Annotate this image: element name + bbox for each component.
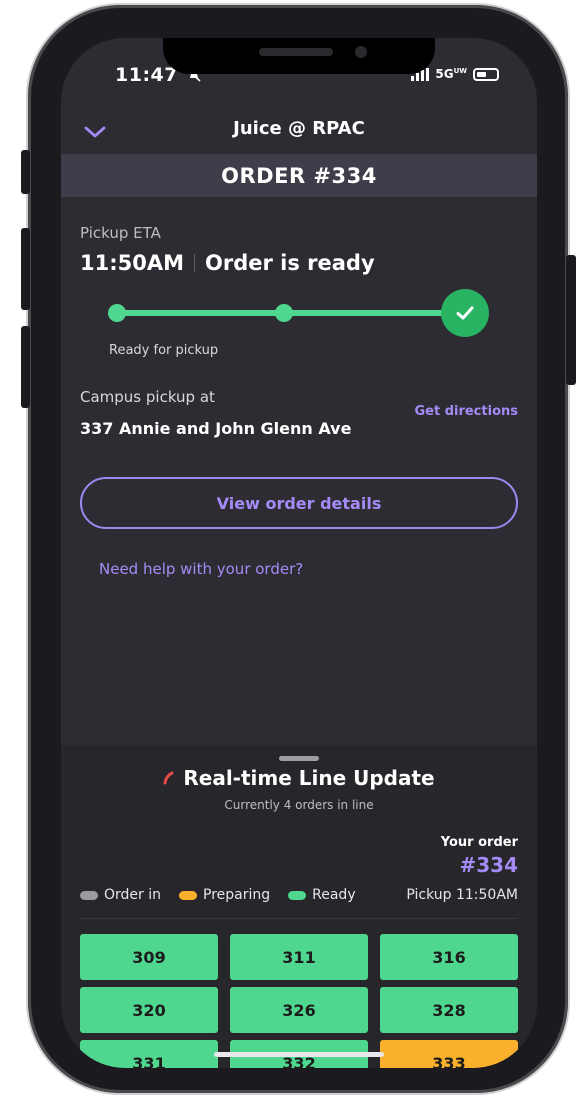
sheet-grabber[interactable] — [279, 756, 319, 761]
checkmark-icon — [456, 306, 474, 320]
live-indicator-icon — [163, 771, 174, 785]
eta-row: 11:50AM Order is ready — [80, 251, 375, 275]
line-count-text: Currently 4 orders in line — [224, 798, 374, 812]
app-title: Juice @ RPAC — [233, 118, 365, 139]
order-cell: 328 — [380, 987, 518, 1033]
progress-step-1 — [108, 304, 126, 322]
pickup-time-text: Pickup 11:50AM — [406, 887, 518, 903]
legend-label: Preparing — [203, 887, 271, 903]
status-time-text: 11:47 — [115, 64, 178, 86]
pickup-location-label: Campus pickup at — [80, 388, 215, 406]
chevron-down-icon[interactable] — [83, 120, 107, 144]
power-button — [566, 255, 576, 385]
network-label: 5GUW — [435, 67, 467, 81]
order-number-banner: ORDER #334 — [61, 154, 537, 197]
line-update-title-text: Real-time Line Update — [183, 766, 435, 790]
progress-step-2 — [275, 304, 293, 322]
front-camera — [355, 46, 367, 58]
status-legend: Order in Preparing Ready — [80, 887, 374, 903]
phone-screen: 11:47 5GUW Juice @ RPAC ORDER #334 Picku… — [61, 38, 537, 1068]
divider — [80, 918, 518, 919]
your-order-label: Your order — [440, 835, 518, 850]
order-status: Order is ready — [205, 251, 375, 275]
volume-up-button — [21, 228, 30, 310]
legend-label: Ready — [312, 887, 356, 903]
notch — [163, 38, 435, 74]
legend-swatch-ready — [288, 890, 307, 900]
home-indicator[interactable] — [214, 1052, 384, 1057]
legend-order-in: Order in — [80, 887, 161, 903]
order-cell: 311 — [230, 934, 368, 980]
order-cell: 320 — [80, 987, 218, 1033]
your-order-number: #334 — [459, 853, 518, 877]
line-update-sheet: Real-time Line Update Currently 4 orders… — [61, 745, 537, 1068]
battery-icon — [473, 67, 499, 81]
silent-switch — [21, 150, 30, 194]
order-cell: 331 — [80, 1040, 218, 1068]
order-cell: 326 — [230, 987, 368, 1033]
order-queue-grid: 309 311 316 320 326 328 331 332 333 — [80, 934, 518, 1068]
top-bar: Juice @ RPAC — [61, 110, 537, 154]
get-directions-link[interactable]: Get directions — [414, 404, 518, 419]
pickup-eta-label: Pickup ETA — [80, 224, 161, 242]
legend-preparing: Preparing — [179, 887, 270, 903]
legend-swatch-preparing — [179, 890, 197, 900]
order-cell: 333 — [380, 1040, 518, 1068]
pickup-address: 337 Annie and John Glenn Ave — [80, 419, 352, 438]
speaker-grille — [259, 48, 333, 56]
view-order-details-button[interactable]: View order details — [80, 477, 518, 529]
volume-down-button — [21, 326, 30, 408]
progress-stage-label: Ready for pickup — [109, 343, 219, 358]
eta-time: 11:50AM — [80, 251, 184, 275]
order-help-link[interactable]: Need help with your order? — [99, 560, 303, 578]
legend-swatch-order-in — [80, 890, 98, 900]
progress-step-3 — [441, 289, 489, 337]
eta-divider — [194, 254, 195, 272]
legend-label: Order in — [104, 887, 161, 903]
line-update-title: Real-time Line Update — [61, 766, 537, 790]
legend-ready: Ready — [288, 887, 356, 903]
order-cell: 316 — [380, 934, 518, 980]
order-progress — [107, 286, 497, 342]
status-indicators: 5GUW — [411, 67, 499, 81]
order-cell: 309 — [80, 934, 218, 980]
